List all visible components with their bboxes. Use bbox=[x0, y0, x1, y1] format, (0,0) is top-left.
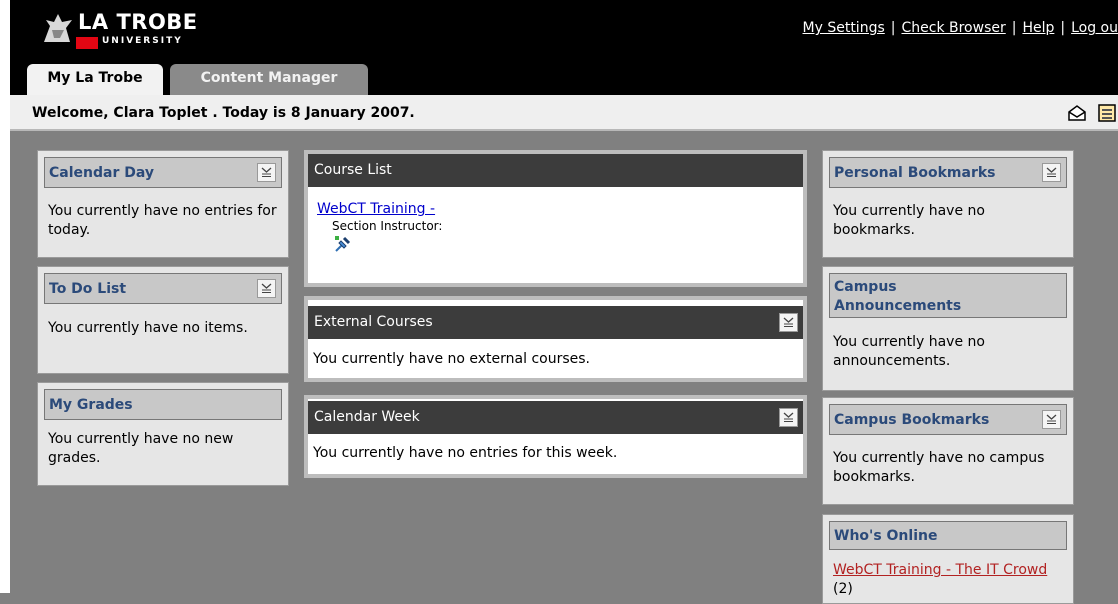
course-list-header: Course List bbox=[308, 154, 803, 187]
my-settings-link[interactable]: My Settings bbox=[803, 20, 885, 36]
tab-my-la-trobe[interactable]: My La Trobe bbox=[27, 64, 163, 95]
calendar-week-text: You currently have no entries for this w… bbox=[313, 445, 618, 461]
external-courses-text: You currently have no external courses. bbox=[313, 351, 590, 367]
todo-list-portlet: To Do List You currently have no items. bbox=[37, 266, 289, 374]
campus-bookmarks-header: Campus Bookmarks bbox=[829, 404, 1067, 435]
whos-online-portlet: Who's Online WebCT Training - The IT Cro… bbox=[822, 514, 1074, 604]
todo-list-title: To Do List bbox=[49, 281, 127, 297]
calendar-day-header: Calendar Day bbox=[44, 157, 282, 188]
la-trobe-logo[interactable]: LA TROBE UNIVERSITY bbox=[40, 10, 220, 52]
campus-bookmarks-portlet: Campus Bookmarks You currently have no c… bbox=[822, 397, 1074, 505]
logo-name: LA TROBE bbox=[78, 10, 198, 34]
minimize-icon[interactable] bbox=[257, 279, 276, 298]
campus-announcements-title: Campus Announcements bbox=[834, 279, 962, 314]
my-grades-title: My Grades bbox=[49, 397, 133, 413]
personal-bookmarks-header: Personal Bookmarks bbox=[829, 157, 1067, 188]
calendar-week-portlet: Calendar Week You currently have no entr… bbox=[304, 395, 807, 478]
course-link[interactable]: WebCT Training - bbox=[317, 201, 435, 217]
minimize-icon[interactable] bbox=[779, 408, 798, 427]
campus-announcements-portlet: Campus Announcements You currently have … bbox=[822, 266, 1074, 391]
calendar-day-portlet: Calendar Day You currently have no entri… bbox=[37, 150, 289, 258]
external-courses-title: External Courses bbox=[314, 314, 433, 330]
course-list-title: Course List bbox=[314, 162, 392, 178]
welcome-bar: Welcome, Clara Toplet . Today is 8 Janua… bbox=[10, 95, 1118, 131]
calendar-week-header: Calendar Week bbox=[308, 401, 803, 434]
help-link[interactable]: Help bbox=[1022, 20, 1054, 36]
external-courses-header: External Courses bbox=[308, 306, 803, 339]
campus-bookmarks-title: Campus Bookmarks bbox=[834, 412, 990, 428]
personal-bookmarks-text: You currently have no bookmarks. bbox=[833, 203, 985, 238]
welcome-message: Welcome, Clara Toplet . Today is 8 Janua… bbox=[32, 105, 415, 121]
whos-online-header: Who's Online bbox=[829, 521, 1067, 550]
logo-red-bar bbox=[76, 37, 98, 49]
course-list-portlet: Course List WebCT Training - Section Ins… bbox=[304, 150, 807, 287]
minimize-icon[interactable] bbox=[779, 313, 798, 332]
minimize-icon[interactable] bbox=[1042, 163, 1061, 182]
minimize-icon[interactable] bbox=[1042, 410, 1061, 429]
whos-online-title: Who's Online bbox=[834, 528, 938, 544]
section-instructor-label: Section Instructor: bbox=[332, 219, 443, 233]
calendar-week-title: Calendar Week bbox=[314, 409, 420, 425]
my-grades-portlet: My Grades You currently have no new grad… bbox=[37, 382, 289, 486]
campus-announcements-text: You currently have no announcements. bbox=[833, 334, 985, 369]
todo-list-header: To Do List bbox=[44, 273, 282, 304]
personal-bookmarks-title: Personal Bookmarks bbox=[834, 165, 996, 181]
my-grades-text: You currently have no new grades. bbox=[48, 431, 234, 466]
check-browser-link[interactable]: Check Browser bbox=[901, 20, 1005, 36]
mail-icon[interactable] bbox=[1068, 105, 1086, 121]
campus-bookmarks-text: You currently have no campus bookmarks. bbox=[833, 450, 1045, 485]
logo-subtitle: UNIVERSITY bbox=[102, 36, 183, 46]
personal-bookmarks-portlet: Personal Bookmarks You currently have no… bbox=[822, 150, 1074, 258]
tab-content-manager[interactable]: Content Manager bbox=[170, 64, 368, 95]
crest-icon bbox=[44, 14, 72, 42]
whos-online-count: (2) bbox=[833, 581, 853, 597]
calendar-day-title: Calendar Day bbox=[49, 165, 154, 181]
pushpin-icon[interactable] bbox=[334, 235, 352, 253]
minimize-icon[interactable] bbox=[257, 163, 276, 182]
external-courses-portlet: External Courses You currently have no e… bbox=[304, 296, 807, 382]
whos-online-link[interactable]: WebCT Training - The IT Crowd bbox=[833, 562, 1047, 578]
calendar-day-text: You currently have no entries for today. bbox=[48, 203, 277, 238]
campus-announcements-header: Campus Announcements bbox=[829, 273, 1067, 318]
top-links: My Settings | Check Browser | Help | Log ou bbox=[802, 20, 1118, 36]
left-edge bbox=[0, 0, 10, 593]
log-out-link[interactable]: Log ou bbox=[1071, 20, 1118, 36]
my-grades-header: My Grades bbox=[44, 389, 282, 420]
calendar-icon[interactable] bbox=[1098, 104, 1116, 122]
todo-list-text: You currently have no items. bbox=[48, 320, 248, 336]
